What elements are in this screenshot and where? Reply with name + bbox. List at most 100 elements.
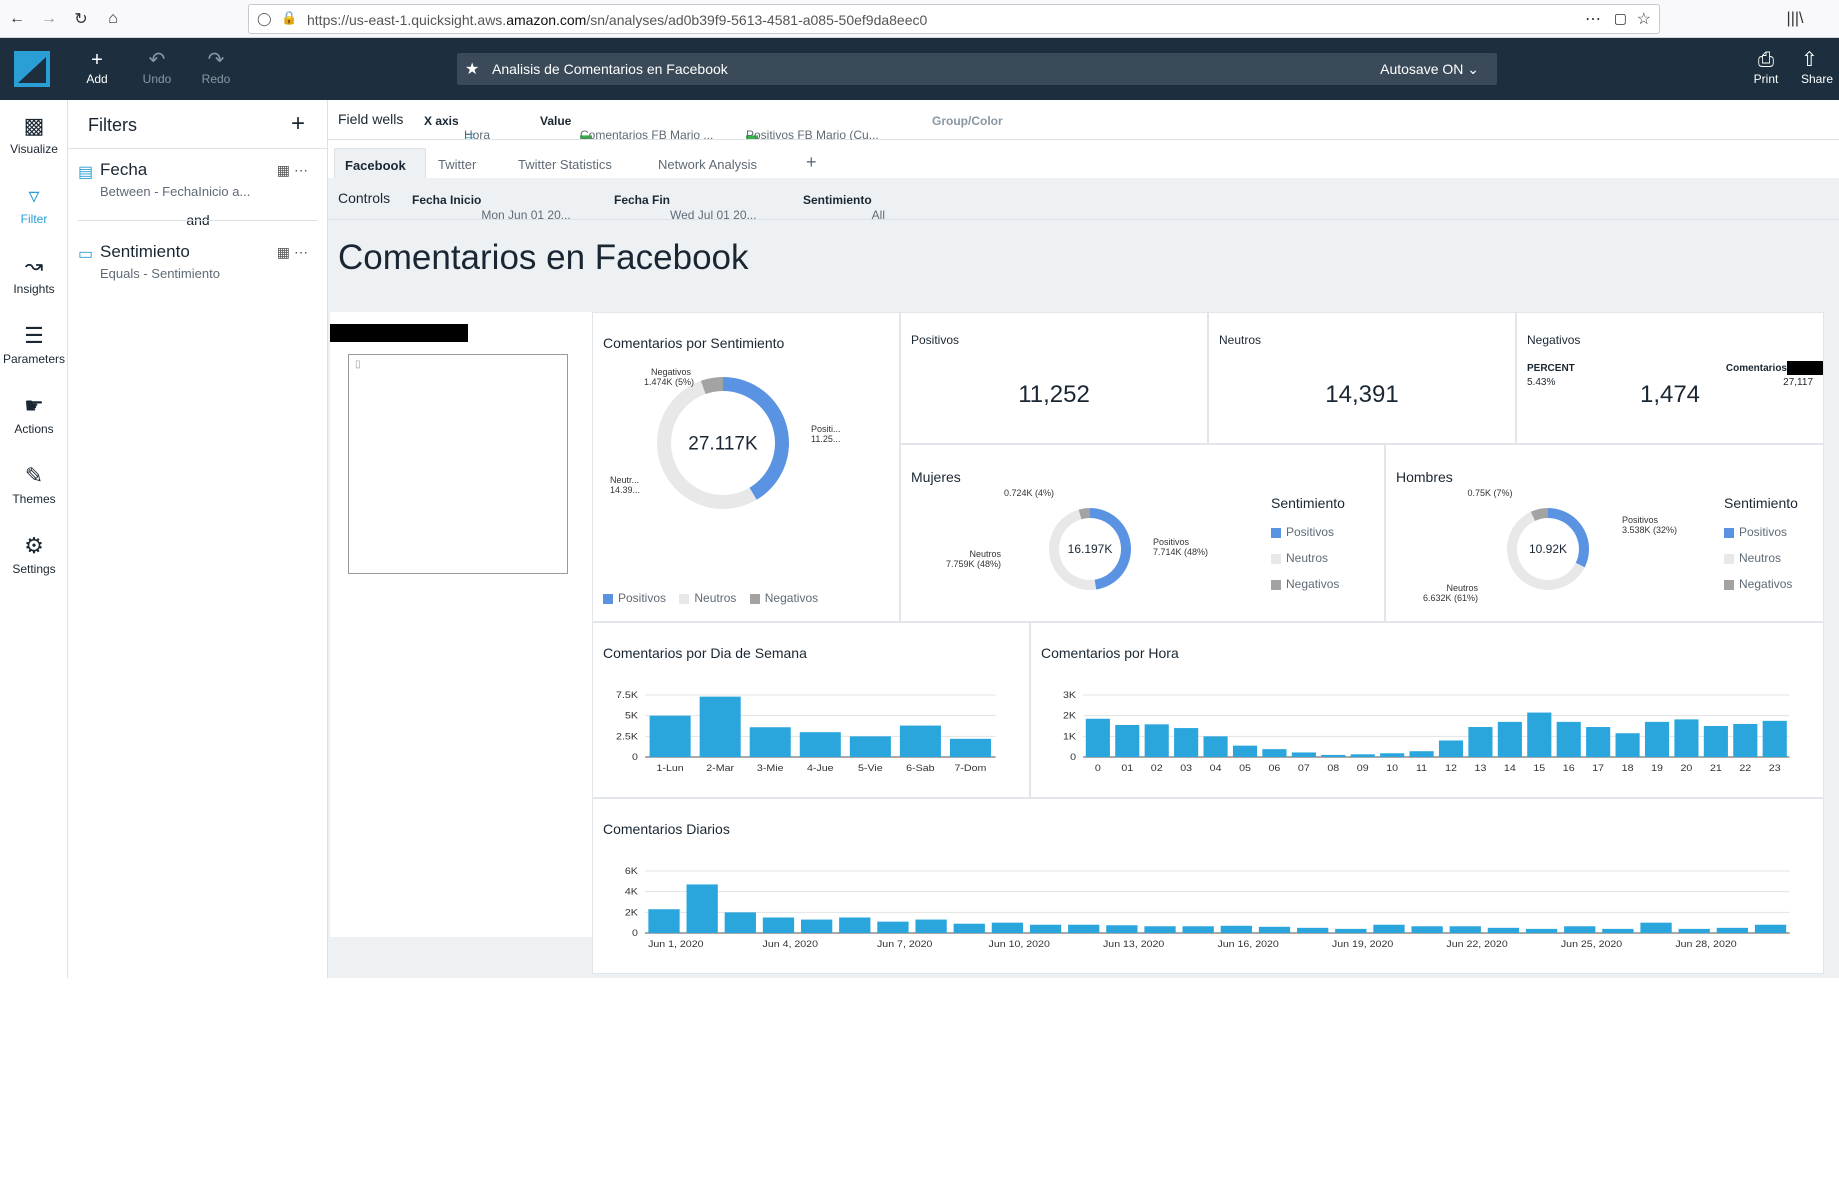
group-color-label[interactable]: Group/Color <box>932 114 1003 128</box>
controls-label[interactable]: Controls <box>338 190 390 206</box>
donut-slice-positivos[interactable] <box>1548 508 1589 568</box>
autosave-dropdown[interactable]: Autosave ON ⌄ <box>1380 61 1479 78</box>
legend-item[interactable]: Neutros <box>694 591 736 605</box>
bar[interactable] <box>1564 926 1596 933</box>
share-button[interactable]: ⇧ Share <box>1801 48 1839 86</box>
bar[interactable] <box>1678 928 1710 933</box>
bar[interactable] <box>1085 718 1110 757</box>
analysis-title-bar[interactable]: ★ Analisis de Comentarios en Facebook Au… <box>457 53 1497 85</box>
control-fecha-inicio[interactable]: Fecha Inicio Mon Jun 01 20... <box>412 193 571 222</box>
bar[interactable] <box>1380 753 1405 757</box>
bar[interactable] <box>1525 928 1558 933</box>
kpi-negativos-panel[interactable]: Negativos PERCENT 5.43% 1,474 Comentario… <box>1516 312 1824 444</box>
bar[interactable] <box>1335 928 1367 933</box>
bar[interactable] <box>1174 728 1199 757</box>
rail-parameters[interactable]: ☰ Parameters <box>0 320 68 366</box>
rail-insights[interactable]: ↝ Insights <box>0 250 68 296</box>
bar[interactable] <box>800 919 833 933</box>
legend-item-neutros[interactable]: Neutros <box>1271 551 1328 565</box>
tab-facebook[interactable]: Facebook ⌄ <box>334 148 426 188</box>
bar[interactable] <box>1438 740 1464 757</box>
bar[interactable] <box>1258 926 1291 933</box>
bar[interactable] <box>839 917 871 934</box>
bar[interactable] <box>686 884 718 933</box>
bar-chart[interactable]: 0 2.5K 5K 7.5K 1-Lun 2-Mar 3-Mie 4-Jue 5-Vie 6-Sa… <box>593 669 1031 799</box>
back-icon[interactable]: ← <box>6 8 28 30</box>
tab-twitter-statistics[interactable]: Twitter Statistics <box>508 148 622 178</box>
legend-item-neutros[interactable]: Neutros <box>1724 551 1781 565</box>
forward-icon[interactable]: → <box>38 8 60 30</box>
bar[interactable] <box>1716 927 1749 933</box>
bar[interactable] <box>1674 719 1699 757</box>
bar[interactable] <box>953 923 985 933</box>
legend-item[interactable]: Negativos <box>765 591 818 605</box>
rail-themes[interactable]: ✎ Themes <box>0 460 68 506</box>
tab-network-analysis[interactable]: Network Analysis <box>648 148 767 178</box>
donut-sentimiento-panel[interactable]: Comentarios por Sentimiento 27.117K Negat… <box>592 312 900 622</box>
kpi-positivos-panel[interactable]: Positivos 11,252 <box>900 312 1208 444</box>
bar[interactable] <box>1029 924 1062 933</box>
bar[interactable] <box>1203 736 1228 757</box>
bar[interactable] <box>1409 751 1434 757</box>
image-panel[interactable]: ▯ <box>330 312 594 937</box>
undo-button[interactable]: ↶ Undo <box>132 48 182 86</box>
bar[interactable] <box>799 732 841 757</box>
bar[interactable] <box>1487 927 1520 933</box>
legend-item-positivos[interactable]: Positivos <box>1724 525 1787 539</box>
kpi-neutros-panel[interactable]: Neutros 14,391 <box>1208 312 1516 444</box>
bar[interactable] <box>1640 922 1672 933</box>
pocket-icon[interactable]: ▢ <box>1614 10 1627 27</box>
bar[interactable] <box>1644 721 1670 757</box>
analysis-title[interactable]: Analisis de Comentarios en Facebook <box>492 61 728 77</box>
bar[interactable] <box>1106 925 1138 933</box>
redo-button[interactable]: ↷ Redo <box>191 48 241 86</box>
sheet-title[interactable]: Comentarios en Facebook <box>338 238 749 278</box>
bar[interactable] <box>1602 928 1634 933</box>
bar[interactable] <box>1754 924 1787 933</box>
bar[interactable] <box>1297 927 1329 933</box>
bar[interactable] <box>649 715 691 757</box>
bar[interactable] <box>1449 926 1481 933</box>
bar[interactable] <box>1733 723 1758 757</box>
bar[interactable] <box>762 917 795 934</box>
quicksight-logo[interactable] <box>14 51 50 87</box>
filter-menu-icon[interactable]: ▦⋯ <box>277 162 312 179</box>
bar[interactable] <box>699 696 741 757</box>
rail-actions[interactable]: ☛ Actions <box>0 390 68 436</box>
donut-chart[interactable]: 16.197K 0.724K (4%) Positivos7.714K (48%) N… <box>901 445 1221 623</box>
bar[interactable] <box>1115 724 1140 757</box>
bar-dia-semana-panel[interactable]: Comentarios por Dia de Semana 0 2.5K 5K 7.5… <box>592 622 1030 798</box>
bar[interactable] <box>1232 745 1258 757</box>
star-icon[interactable]: ★ <box>465 59 479 79</box>
legend-item[interactable]: Positivos <box>618 591 666 605</box>
bar-chart[interactable]: 0 2K 4K 6K Jun 1, 2020 Jun 4, 2020 Jun 7, 2020… <box>593 845 1825 975</box>
bar[interactable] <box>877 921 909 933</box>
bar[interactable] <box>1068 924 1100 933</box>
bar-diarios-panel[interactable]: Comentarios Diarios 0 2K 4K 6K Jun 1, 2020 Ju… <box>592 798 1824 974</box>
bar-hora-panel[interactable]: Comentarios por Hora 0 1K 2K 3K 0 01 02 03 04 05 0… <box>1030 622 1824 798</box>
bar[interactable] <box>1291 752 1316 757</box>
home-icon[interactable]: ⌂ <box>102 8 124 30</box>
bookmark-star-icon[interactable]: ☆ <box>1637 9 1651 29</box>
donut-chart[interactable]: 27.117KNegativos1.474K (5%)Positi...11.2… <box>593 353 901 603</box>
bar-chart[interactable]: 0 1K 2K 3K 0 01 02 03 04 05 06 07 08 09 10 11 12 13 14 15 16… <box>1031 669 1825 799</box>
bar[interactable] <box>1373 924 1405 933</box>
bar[interactable] <box>1350 754 1375 757</box>
bar[interactable] <box>1497 721 1522 757</box>
library-icon[interactable]: |||\ <box>1780 8 1810 30</box>
bar[interactable] <box>915 919 947 933</box>
shield-icon[interactable]: ◯ <box>257 11 272 27</box>
rail-visualize[interactable]: ▩ Visualize <box>0 110 68 156</box>
control-sentimiento[interactable]: Sentimiento All <box>803 193 885 222</box>
field-wells-bar[interactable]: Field wells X axis ▭ Hora Value ▬ Coment… <box>328 100 1839 142</box>
bar[interactable] <box>1468 727 1493 757</box>
bar[interactable] <box>749 727 791 757</box>
bar[interactable] <box>1144 926 1176 933</box>
add-filter-button[interactable]: + <box>291 110 305 138</box>
reload-icon[interactable]: ↻ <box>70 8 92 30</box>
page-actions-icon[interactable]: ⋯ <box>1585 9 1601 29</box>
add-sheet-button[interactable]: + <box>796 148 827 178</box>
bar[interactable] <box>1262 749 1287 757</box>
bar[interactable] <box>648 909 680 933</box>
bar[interactable] <box>991 922 1024 933</box>
